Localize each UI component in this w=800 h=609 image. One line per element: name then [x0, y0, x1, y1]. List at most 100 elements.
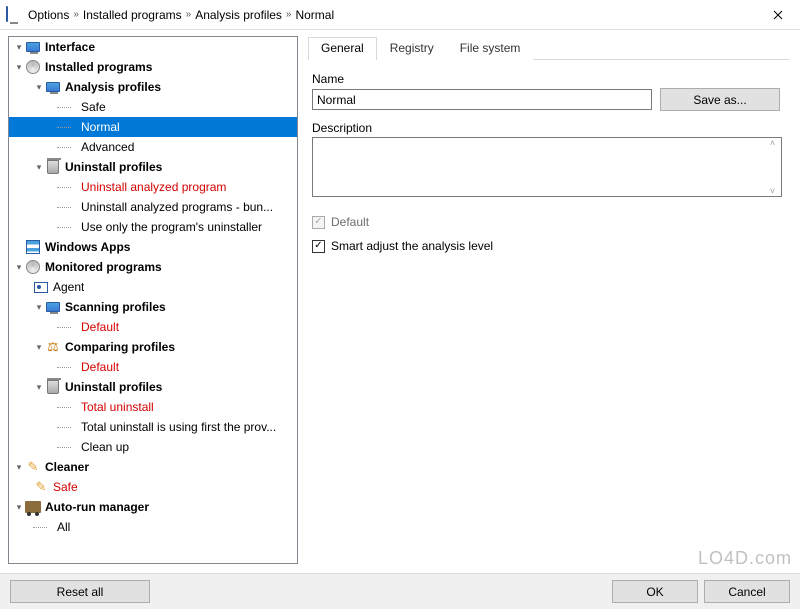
content-panel: General Registry File system Name Save a… [302, 30, 800, 568]
monitor-icon [45, 79, 61, 95]
app-icon [6, 7, 22, 23]
disk-icon [25, 259, 41, 275]
default-checkbox: ✓ [312, 216, 325, 229]
tree-connector [57, 357, 81, 377]
tree-item-label: Comparing profiles [65, 337, 175, 357]
tree-item[interactable]: ▾ Auto-run manager [9, 497, 297, 517]
expander-icon[interactable]: ▾ [13, 457, 25, 477]
tree-item[interactable]: ▾Scanning profiles [9, 297, 297, 317]
description-input-wrapper: ˄ ˅ [312, 137, 782, 197]
breadcrumb-sep: » [73, 9, 79, 20]
cancel-button[interactable]: Cancel [704, 580, 790, 603]
tree-item[interactable]: Clean up [9, 437, 297, 457]
close-button[interactable] [755, 0, 800, 30]
disk-icon [25, 59, 41, 75]
expander-icon[interactable]: ▾ [13, 57, 25, 77]
tree-item-label: Cleaner [45, 457, 89, 477]
tree-connector [57, 417, 81, 437]
truck-icon [25, 499, 41, 515]
description-input[interactable] [313, 138, 764, 196]
tree-item[interactable]: Total uninstall is using first the prov.… [9, 417, 297, 437]
tree-item-label: Use only the program's uninstaller [81, 217, 262, 237]
brush-icon: ✎ [33, 479, 49, 495]
breadcrumb: Options » Installed programs » Analysis … [28, 8, 334, 22]
tree-item-label: Total uninstall [81, 397, 154, 417]
expander-icon[interactable]: ▾ [13, 37, 25, 57]
tree-item[interactable]: Agent [9, 277, 297, 297]
expander-icon[interactable]: ▾ [13, 257, 25, 277]
tree-item-label: Auto-run manager [45, 497, 149, 517]
tree-item-label: Safe [81, 97, 106, 117]
tree-connector [57, 97, 81, 117]
tree-item[interactable]: Default [9, 317, 297, 337]
trash-icon [45, 159, 61, 175]
tree-item[interactable]: ▾⚖Comparing profiles [9, 337, 297, 357]
scroll-up-icon[interactable]: ˄ [764, 138, 781, 148]
tab-registry[interactable]: Registry [377, 37, 447, 60]
default-checkbox-label: Default [331, 215, 369, 229]
scroll-down-icon[interactable]: ˅ [764, 186, 781, 196]
tree-item-label: Total uninstall is using first the prov.… [81, 417, 276, 437]
expander-icon[interactable]: ▾ [13, 497, 25, 517]
tab-general[interactable]: General [308, 37, 377, 60]
expander-icon[interactable]: ▾ [33, 337, 45, 357]
name-input[interactable] [312, 89, 652, 110]
tree-item[interactable]: ▾ Analysis profiles [9, 77, 297, 97]
tree-item-label: Windows Apps [45, 237, 130, 257]
expander-icon[interactable]: ▾ [33, 377, 45, 397]
grid-icon [25, 239, 41, 255]
tree-connector [57, 117, 81, 137]
tree-connector [57, 437, 81, 457]
brush-icon: ✎ [25, 459, 41, 475]
expander-icon[interactable]: ▾ [33, 297, 45, 317]
tree-connector [57, 217, 81, 237]
smart-adjust-label: Smart adjust the analysis level [331, 239, 493, 253]
scales-icon: ⚖ [45, 339, 61, 355]
expander-icon[interactable]: ▾ [33, 157, 45, 177]
trash-icon [45, 379, 61, 395]
reset-all-button[interactable]: Reset all [10, 580, 150, 603]
tree-item-label: Advanced [81, 137, 134, 157]
tree-item[interactable]: Default [9, 357, 297, 377]
breadcrumb-part: Installed programs [83, 8, 182, 22]
tree-item[interactable]: ✎Safe [9, 477, 297, 497]
tree-item[interactable]: Uninstall analyzed program [9, 177, 297, 197]
tree-item[interactable]: ▾Installed programs [9, 57, 297, 77]
tree-item-label: Uninstall analyzed programs - bun... [81, 197, 273, 217]
tree-item-label: Uninstall profiles [65, 157, 162, 177]
save-as-button[interactable]: Save as... [660, 88, 780, 111]
tree-item[interactable]: Use only the program's uninstaller [9, 217, 297, 237]
tree-item[interactable]: Advanced [9, 137, 297, 157]
tree-item[interactable]: All [9, 517, 297, 537]
ok-button[interactable]: OK [612, 580, 698, 603]
tree-item-label: Uninstall profiles [65, 377, 162, 397]
bottom-bar: Reset all OK Cancel [0, 573, 800, 609]
tree-item[interactable]: Normal [9, 117, 297, 137]
breadcrumb-sep: » [286, 9, 292, 20]
tree-item[interactable]: ▾ Uninstall profiles [9, 157, 297, 177]
tree-item[interactable]: Windows Apps [9, 237, 297, 257]
tab-file-system[interactable]: File system [447, 37, 534, 60]
agent-icon [33, 279, 49, 295]
tree-item[interactable]: ▾✎Cleaner [9, 457, 297, 477]
tree-item[interactable]: Uninstall analyzed programs - bun... [9, 197, 297, 217]
tree-item-label: Analysis profiles [65, 77, 161, 97]
tree-item[interactable]: ▾ Uninstall profiles [9, 377, 297, 397]
tree-item[interactable]: Total uninstall [9, 397, 297, 417]
tree-item[interactable]: ▾Interface [9, 37, 297, 57]
tree-item-label: Monitored programs [45, 257, 162, 277]
tree-connector [57, 137, 81, 157]
tree-item[interactable]: Safe [9, 97, 297, 117]
tree-item[interactable]: ▾ Monitored programs [9, 257, 297, 277]
name-label: Name [312, 72, 344, 86]
breadcrumb-part: Normal [295, 8, 334, 22]
tree-item-label: Safe [53, 477, 78, 497]
tree-connector [57, 177, 81, 197]
smart-adjust-checkbox[interactable]: ✓ [312, 240, 325, 253]
tree-item-label: All [57, 517, 70, 537]
options-tree[interactable]: ▾Interface▾Installed programs▾Analysis p… [8, 36, 298, 564]
close-icon [773, 10, 783, 20]
breadcrumb-sep: » [186, 9, 192, 20]
expander-icon[interactable]: ▾ [33, 77, 45, 97]
tree-connector [57, 397, 81, 417]
